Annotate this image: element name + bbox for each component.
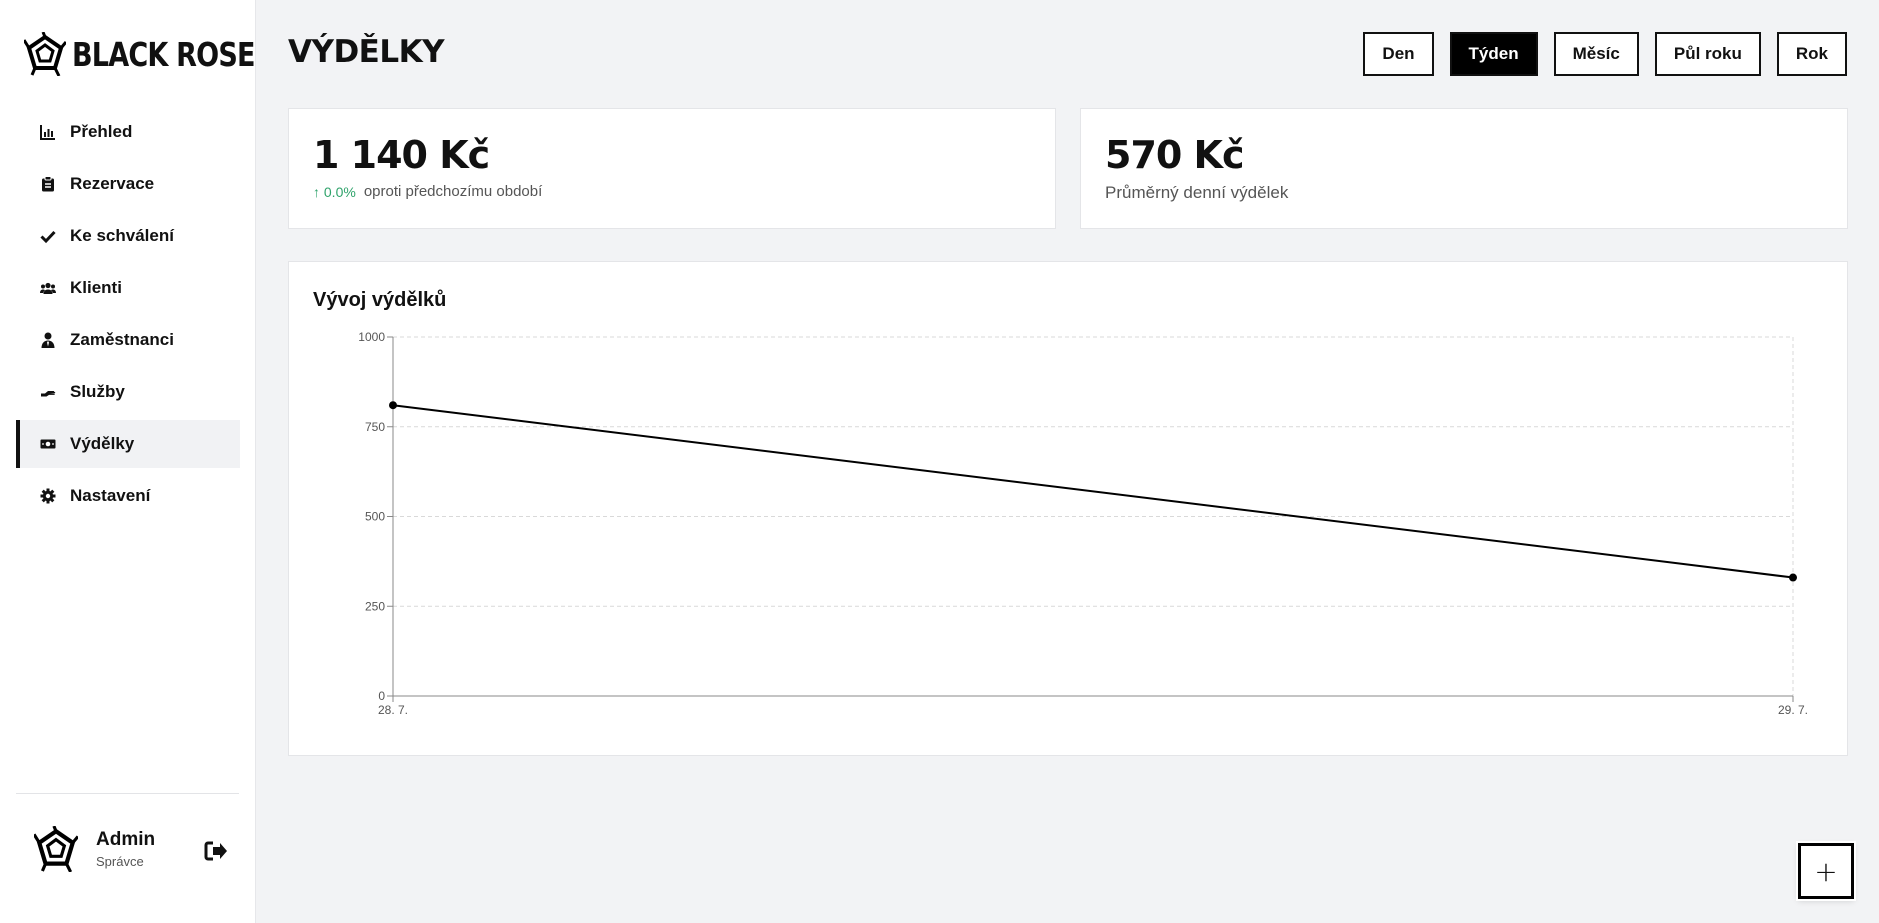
user-tie-icon bbox=[40, 332, 56, 348]
clipboard-icon bbox=[40, 176, 56, 192]
logout-icon[interactable] bbox=[204, 840, 228, 862]
brand-name: BLACK ROSE bbox=[72, 34, 255, 74]
sidebar-item-vydelky[interactable]: Výdělky bbox=[16, 420, 240, 468]
money-icon bbox=[40, 436, 56, 452]
y-tick-label: 1000 bbox=[358, 330, 385, 344]
hand-icon bbox=[40, 384, 56, 400]
sidebar-item-label: Klienti bbox=[70, 278, 122, 297]
change-percent: ↑ 0.0% bbox=[313, 183, 356, 200]
y-tick-label: 750 bbox=[365, 420, 385, 434]
sidebar-item-rezervace[interactable]: Rezervace bbox=[16, 160, 240, 208]
sidebar-item-label: Zaměstnanci bbox=[70, 330, 174, 349]
page-title: VÝDĚLKY bbox=[288, 34, 445, 70]
sidebar-item-prehled[interactable]: Přehled bbox=[16, 108, 240, 156]
sidebar-item-label: Výdělky bbox=[70, 434, 135, 453]
period-year-button[interactable]: Rok bbox=[1776, 32, 1847, 76]
change-label: oproti předchozímu období bbox=[363, 183, 543, 200]
earnings-chart-card: Vývoj výdělků 0 250 500 750 1000 28. 7. 29. 7. bbox=[288, 261, 1848, 756]
sidebar-item-zamestnanci[interactable]: Zaměstnanci bbox=[16, 316, 240, 364]
sidebar-item-label: Rezervace bbox=[70, 174, 155, 193]
sidebar-item-label: Nastavení bbox=[70, 486, 151, 505]
y-tick-label: 500 bbox=[365, 510, 385, 524]
sidebar: BLACK ROSE Přehled Rezervace Ke schválen… bbox=[0, 0, 256, 923]
average-earnings-card: 570 Kč Průměrný denní výdělek bbox=[1080, 108, 1848, 229]
rose-logo-icon bbox=[24, 32, 66, 76]
x-tick-label: 28. 7. bbox=[378, 703, 408, 717]
users-icon bbox=[40, 280, 56, 296]
user-name: Admin bbox=[96, 829, 156, 850]
data-point bbox=[1789, 573, 1797, 582]
total-earnings-change: ↑ 0.0% oproti předchozímu období bbox=[313, 183, 542, 200]
sidebar-nav: Přehled Rezervace Ke schválení Klienti Z… bbox=[16, 108, 240, 524]
x-tick-label: 29. 7. bbox=[1778, 703, 1808, 717]
user-role: Správce bbox=[96, 854, 144, 869]
sidebar-item-klienti[interactable]: Klienti bbox=[16, 264, 240, 312]
sidebar-item-label: Ke schválení bbox=[70, 226, 174, 245]
check-icon bbox=[40, 228, 56, 244]
earnings-line-chart: 0 250 500 750 1000 28. 7. 29. 7. bbox=[358, 330, 1808, 717]
average-earnings-value: 570 Kč bbox=[1105, 133, 1245, 177]
y-tick-label: 0 bbox=[378, 689, 385, 703]
period-selector: Den Týden Měsíc Půl roku Rok bbox=[1347, 32, 1847, 76]
y-tick-label: 250 bbox=[365, 599, 385, 613]
series-line bbox=[392, 404, 1794, 579]
add-button[interactable]: + bbox=[1798, 843, 1854, 899]
sidebar-item-label: Služby bbox=[70, 382, 125, 401]
chart-bar-icon bbox=[40, 124, 56, 140]
period-day-button[interactable]: Den bbox=[1363, 32, 1434, 76]
sidebar-divider bbox=[16, 793, 239, 794]
avatar bbox=[34, 826, 78, 872]
sidebar-item-sluzby[interactable]: Služby bbox=[16, 368, 240, 416]
sidebar-item-ke-schvaleni[interactable]: Ke schválení bbox=[16, 212, 240, 260]
user-profile: Admin Správce bbox=[34, 826, 155, 872]
sidebar-item-label: Přehled bbox=[70, 122, 133, 141]
total-earnings-value: 1 140 Kč bbox=[313, 133, 490, 177]
period-half-year-button[interactable]: Půl roku bbox=[1654, 32, 1761, 76]
period-month-button[interactable]: Měsíc bbox=[1553, 32, 1639, 76]
sidebar-item-nastaveni[interactable]: Nastavení bbox=[16, 472, 240, 520]
gear-icon bbox=[40, 488, 56, 504]
total-earnings-card: 1 140 Kč ↑ 0.0% oproti předchozímu obdob… bbox=[288, 108, 1056, 229]
average-earnings-label: Průměrný denní výdělek bbox=[1105, 183, 1289, 202]
data-point bbox=[389, 401, 397, 410]
period-week-button[interactable]: Týden bbox=[1449, 32, 1538, 76]
brand-logo[interactable]: BLACK ROSE bbox=[24, 30, 295, 78]
